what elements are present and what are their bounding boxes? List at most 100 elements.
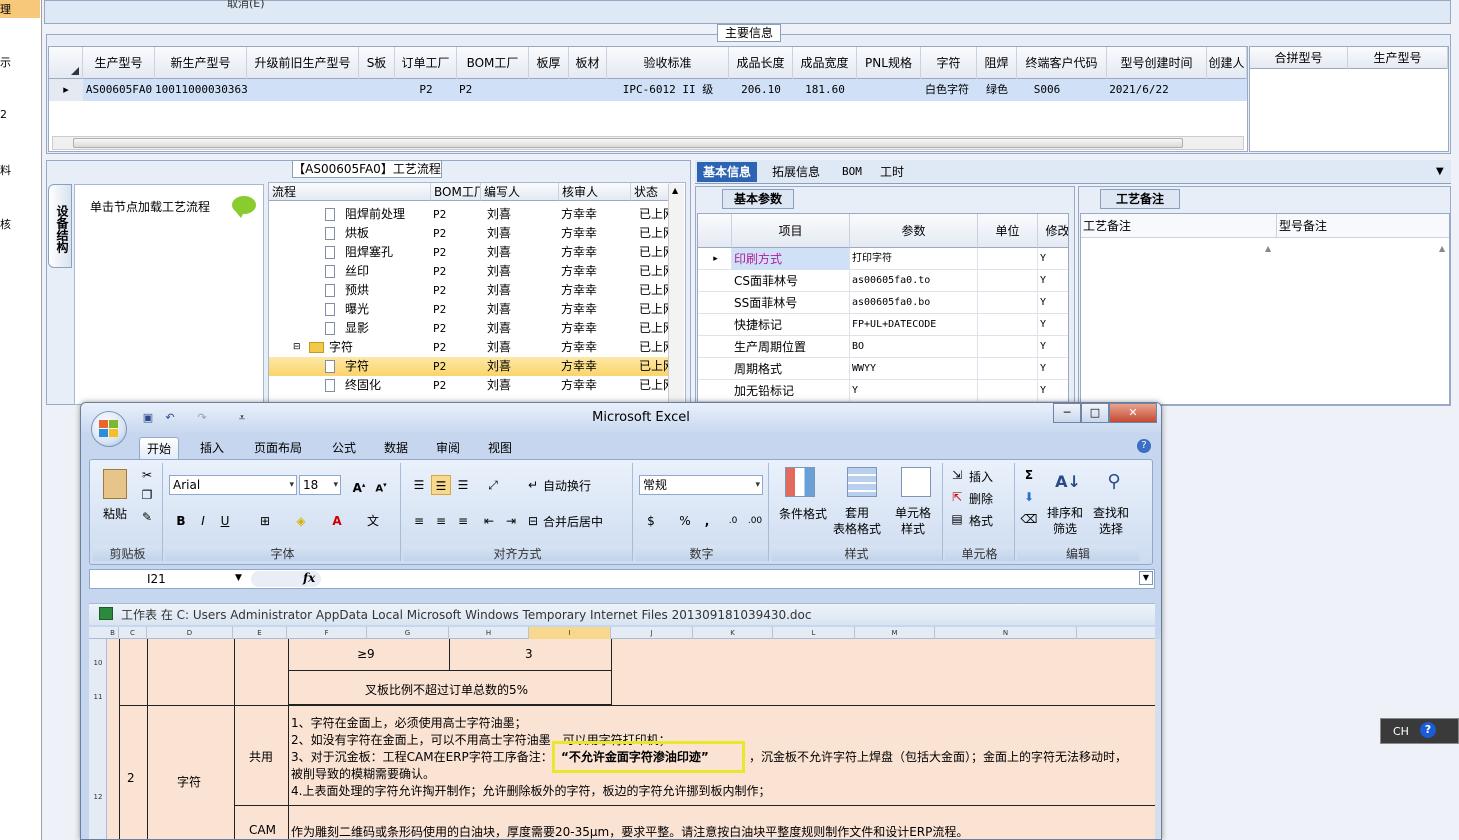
param-item[interactable]: 印刷方式 [732, 248, 850, 270]
tab-dropdown-icon[interactable]: ▼ [1436, 166, 1444, 177]
conditional-format-label[interactable]: 条件格式 [779, 505, 827, 522]
scroll-thumb[interactable] [73, 138, 1183, 148]
fill-icon[interactable]: ⬇ [1019, 487, 1039, 507]
cell-line3c[interactable]: ，沉金板不允许字符上焊盘（包括大金面）；金面上的字符无法移动时， [749, 748, 1127, 765]
col-header[interactable]: 成品长度 [729, 47, 793, 79]
col-header[interactable]: 升级前旧生产型号 [247, 47, 359, 79]
insert-cells-icon[interactable]: ⇲ [947, 465, 967, 485]
col-header[interactable]: 核审人 [559, 183, 631, 201]
param-item[interactable]: 周期格式 [732, 358, 850, 380]
table-cell[interactable]: 绿色 [977, 79, 1017, 101]
table-cell[interactable] [359, 79, 395, 101]
col-header[interactable]: 板材 [569, 47, 607, 79]
param-row[interactable]: 快捷标记 FP+UL+DATECODE Y [698, 314, 1068, 336]
col-header[interactable]: 流程 [269, 183, 431, 201]
column-header[interactable]: N [935, 627, 1077, 639]
ribbon-tab-home[interactable]: 开始 [139, 437, 180, 459]
cell-ratio[interactable]: 叉板比例不超过订单总数的5% [365, 681, 528, 698]
clear-icon[interactable]: ⌫ [1019, 509, 1039, 529]
help-icon[interactable]: ? [1137, 439, 1151, 453]
collapse-icon[interactable]: ⊟ [293, 338, 301, 357]
col-header[interactable]: 阻焊 [977, 47, 1017, 79]
orientation-icon[interactable]: ⤢ [483, 475, 503, 495]
tree-row[interactable]: 阻焊前处理 P2 刘喜 方幸幸 已上网 [269, 205, 675, 224]
tab-extended-info[interactable]: 拓展信息 [766, 162, 826, 182]
tab-hours[interactable]: 工时 [874, 162, 910, 182]
horizontal-scrollbar[interactable] [52, 136, 1244, 150]
column-header[interactable]: M [855, 627, 935, 639]
cancel-label[interactable]: 取消(E) [227, 0, 265, 11]
tree-row[interactable]: 曝光 P2 刘喜 方幸幸 已上网 [269, 300, 675, 319]
cell-line3d[interactable]: 被削导致的模糊需要确认。 [291, 765, 435, 782]
param-unit[interactable] [978, 270, 1038, 292]
cell-style-label[interactable]: 单元格 样式 [895, 505, 931, 537]
font-color-icon[interactable]: A [327, 511, 347, 531]
table-format-icon[interactable] [847, 467, 877, 497]
param-mod[interactable]: Y [1038, 314, 1068, 336]
align-left-icon[interactable]: ≡ [409, 511, 429, 531]
delete-cells-icon[interactable]: ⇱ [947, 487, 967, 507]
ribbon-tab-data[interactable]: 数据 [377, 437, 415, 459]
col-header[interactable]: 参数 [850, 214, 978, 248]
row-header[interactable]: 10 [89, 659, 107, 667]
cut-icon[interactable]: ✂ [137, 465, 157, 485]
param-row[interactable]: 周期格式 WWYY Y [698, 358, 1068, 380]
param-unit[interactable] [978, 314, 1038, 336]
align-middle-icon[interactable]: ☰ [431, 475, 451, 495]
font-size-select[interactable]: 18 [299, 475, 341, 495]
grow-font-icon[interactable]: A▴ [349, 475, 369, 495]
table-cell[interactable] [569, 79, 607, 101]
col-header[interactable]: 单位 [978, 214, 1038, 248]
insert-label[interactable]: 插入 [969, 468, 993, 485]
align-right-icon[interactable]: ≡ [453, 511, 473, 531]
table-cell[interactable] [1207, 79, 1247, 101]
tab-basic-info[interactable]: 基本信息 [697, 162, 758, 182]
cell-number[interactable]: 2 [127, 771, 135, 785]
font-name-select[interactable]: Arial [169, 475, 297, 495]
undo-icon[interactable]: ↶ [163, 411, 177, 425]
shrink-font-icon[interactable]: A▾ [371, 475, 391, 495]
col-header[interactable]: 验收标准 [607, 47, 729, 79]
table-cell[interactable]: 10011000030363 [155, 79, 247, 101]
tab-bom[interactable]: BOM [836, 162, 868, 182]
param-value[interactable]: WWYY [850, 358, 978, 380]
col-header[interactable]: PNL规格 [857, 47, 921, 79]
col-header[interactable]: 终端客户代码 [1017, 47, 1107, 79]
underline-icon[interactable]: U [215, 511, 235, 531]
number-format-select[interactable]: 常规 [639, 475, 763, 495]
param-value[interactable]: as00605fa0.to [850, 270, 978, 292]
column-header[interactable]: D [147, 627, 233, 639]
redo-icon[interactable]: ↷ [195, 411, 209, 425]
ribbon-tab-formulas[interactable]: 公式 [325, 437, 363, 459]
column-header[interactable]: H [449, 627, 529, 639]
side-tab-structure[interactable]: 设备结构 [48, 184, 72, 268]
save-icon[interactable]: ▣ [141, 411, 155, 425]
ime-help-icon[interactable]: ? [1420, 722, 1436, 738]
tree-row[interactable]: 阻焊塞孔 P2 刘喜 方幸幸 已上网 [269, 243, 675, 262]
col-header[interactable]: 板厚 [529, 47, 569, 79]
fx-icon[interactable]: fx [303, 571, 315, 585]
tree-row[interactable]: ⊟ 字符 P2 刘喜 方幸幸 已上网 [269, 338, 675, 357]
param-row[interactable]: SS面菲林号 as00605fa0.bo Y [698, 292, 1068, 314]
col-header[interactable]: 项目 [732, 214, 850, 248]
minimize-button[interactable]: ─ [1053, 403, 1081, 423]
phonetic-icon[interactable]: 文 [363, 511, 383, 531]
column-header[interactable]: I [529, 627, 611, 639]
param-unit[interactable] [978, 336, 1038, 358]
col-header[interactable]: 编写人 [481, 183, 559, 201]
param-unit[interactable] [978, 292, 1038, 314]
column-header[interactable]: G [367, 627, 449, 639]
table-cell[interactable]: 206.10 [729, 79, 793, 101]
param-item[interactable]: 生产周期位置 [732, 336, 850, 358]
param-mod[interactable]: Y [1038, 270, 1068, 292]
col-header[interactable]: 修改 [1038, 214, 1068, 248]
param-unit[interactable] [978, 380, 1038, 402]
wrap-text-label[interactable]: 自动换行 [543, 477, 591, 494]
col-header[interactable]: 型号备注 [1277, 214, 1449, 238]
col-header[interactable]: 生产型号 [83, 47, 155, 79]
scroll-up-icon[interactable]: ▲ [1439, 244, 1445, 253]
craft-notes-tab[interactable]: 工艺备注 [1100, 189, 1180, 209]
table-cell[interactable]: 2021/6/22 [1089, 79, 1189, 101]
name-box[interactable]: I21 [91, 571, 241, 587]
autosum-icon[interactable]: Σ [1019, 465, 1039, 485]
